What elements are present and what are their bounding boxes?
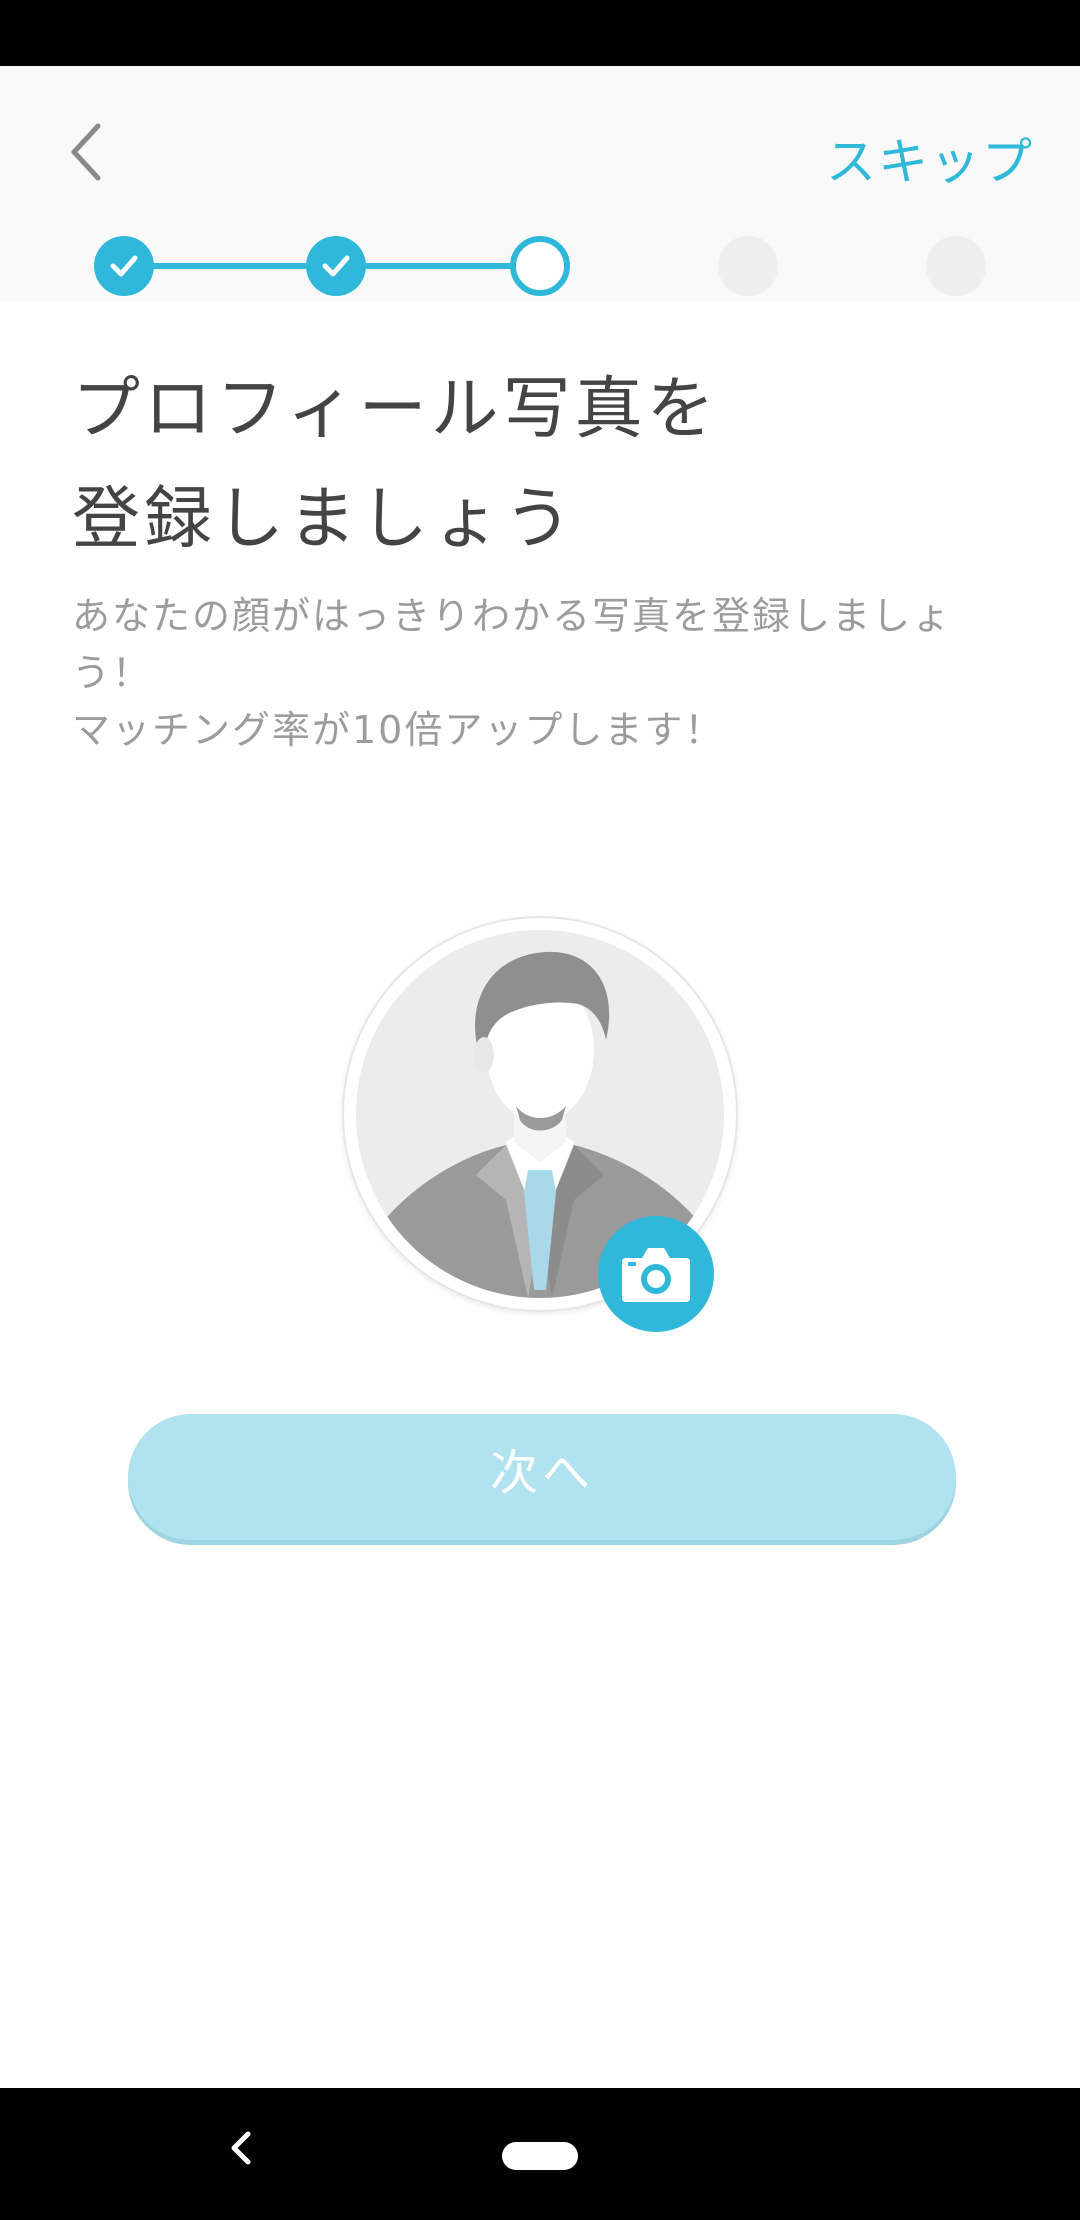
chevron-left-icon	[231, 2131, 251, 2165]
page-title: プロフィール写真を 登録しましょう	[72, 355, 1032, 575]
status-bar	[0, 0, 1080, 66]
step-1-completed	[94, 236, 154, 296]
next-button[interactable]: 次へ	[128, 1414, 956, 1540]
system-home-button[interactable]	[502, 2142, 578, 2170]
check-icon	[322, 255, 350, 277]
progress-stepper	[0, 230, 1080, 302]
step-4-pending	[718, 236, 778, 296]
title-line: 登録しましょう	[72, 480, 577, 559]
step-5-pending	[926, 236, 986, 296]
skip-button[interactable]: スキップ	[826, 122, 1034, 194]
description-line: マッチング率が10倍アップします！	[72, 708, 725, 752]
description-line: う！	[72, 651, 153, 695]
page-description: あなたの顔がはっきりわかる写真を登録しましょ う！ マッチング率が10倍アップし…	[72, 588, 1032, 759]
description-line: あなたの顔がはっきりわかる写真を登録しましょ	[72, 594, 953, 638]
system-navigation-bar	[0, 2088, 1080, 2220]
camera-icon	[622, 1248, 690, 1302]
camera-button[interactable]	[598, 1216, 714, 1332]
back-button[interactable]	[62, 120, 112, 184]
system-back-button[interactable]	[226, 2128, 256, 2168]
step-3-current	[510, 236, 570, 296]
step-2-completed	[306, 236, 366, 296]
chevron-left-icon	[71, 123, 101, 181]
title-line: プロフィール写真を	[72, 370, 719, 449]
step-connector	[124, 263, 336, 269]
profile-photo-picker[interactable]	[342, 916, 738, 1332]
check-icon	[110, 255, 138, 277]
